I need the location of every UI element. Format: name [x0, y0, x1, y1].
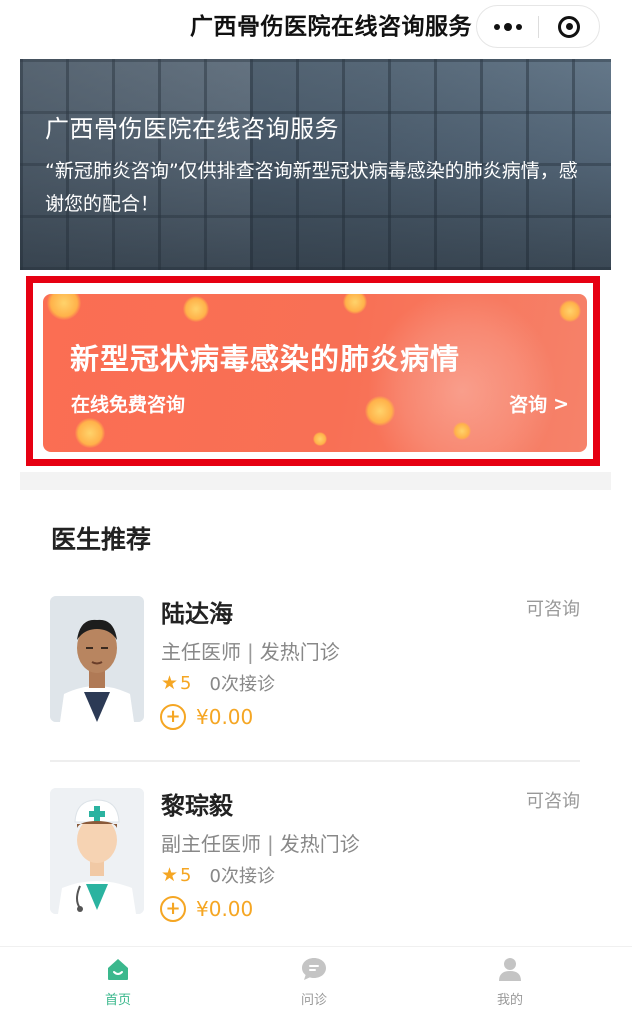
virus-icon — [47, 294, 81, 320]
price-value: ¥0.00 — [196, 897, 254, 921]
plus-circle-icon: + — [160, 704, 186, 730]
highlight-outline: 新型冠状病毒感染的肺炎病情 在线免费咨询 咨询 > — [26, 276, 600, 466]
target-circle-icon — [558, 15, 580, 38]
doctor-department: 发热门诊 — [279, 832, 360, 856]
title-separator: | — [247, 640, 254, 664]
hero-title: 广西骨伤医院在线咨询服务 — [45, 115, 339, 143]
promo-title: 新型冠状病毒感染的肺炎病情 — [70, 342, 461, 376]
more-dot-icon — [503, 22, 512, 31]
tab-label: 首页 — [104, 993, 131, 1008]
mini-program-capsule — [476, 5, 600, 48]
more-dot-icon — [493, 23, 500, 30]
title-separator: | — [267, 832, 274, 856]
doctor-stats: ★ 5 0次接诊 — [161, 862, 275, 888]
hero-banner: 广西骨伤医院在线咨询服务 “新冠肺炎咨询”仅供排查咨询新型冠状病毒感染的肺炎病情… — [20, 59, 611, 270]
doctor-title: 副主任医师 | 发热门诊 — [161, 828, 360, 857]
virus-icon — [183, 296, 209, 322]
section-title: 医生推荐 — [51, 525, 152, 554]
availability-badge: 可咨询 — [526, 791, 580, 812]
consult-count: 0次接诊 — [209, 674, 275, 695]
doctor-avatar-illustration — [50, 788, 144, 914]
tab-home[interactable]: 首页 — [58, 955, 178, 1015]
consult-link[interactable]: 咨询 > — [509, 390, 569, 417]
tab-consult[interactable]: 问诊 — [254, 955, 374, 1015]
doctor-department: 发热门诊 — [259, 640, 340, 664]
consult-price: + ¥0.00 — [160, 896, 253, 922]
doctor-photo — [50, 596, 144, 722]
home-icon — [104, 955, 132, 983]
doctor-rank: 主任医师 — [161, 640, 241, 664]
tab-label: 问诊 — [300, 993, 327, 1008]
promo-subtitle: 在线免费咨询 — [71, 394, 186, 416]
close-mini-program-button[interactable] — [539, 6, 599, 47]
virus-icon — [75, 418, 105, 448]
doctor-name: 陆达海 — [161, 600, 233, 628]
virus-icon — [313, 432, 327, 446]
user-icon — [496, 955, 524, 983]
doctor-stats: ★ 5 0次接诊 — [161, 670, 275, 696]
list-divider — [50, 760, 580, 762]
virus-icon — [453, 422, 471, 440]
virus-icon — [343, 294, 367, 314]
more-options-button[interactable] — [477, 6, 538, 47]
doctor-card[interactable]: 黎琮毅 可咨询 副主任医师 | 发热门诊 ★ 5 0次接诊 + ¥0.00 — [50, 784, 580, 944]
doctor-card[interactable]: 陆达海 可咨询 主任医师 | 发热门诊 ★ 5 0次接诊 + ¥0.00 — [50, 592, 580, 752]
doctor-name: 黎琮毅 — [161, 792, 233, 820]
star-icon: ★ — [161, 672, 179, 694]
price-value: ¥0.00 — [196, 705, 254, 729]
tab-profile[interactable]: 我的 — [450, 955, 570, 1015]
consult-price: + ¥0.00 — [160, 704, 253, 730]
hero-description: “新冠肺炎咨询”仅供排查咨询新型冠状病毒感染的肺炎病情，感谢您的配合！ — [45, 160, 578, 215]
doctor-rank: 副主任医师 — [161, 832, 261, 856]
doctor-title: 主任医师 | 发热门诊 — [161, 636, 340, 665]
virus-icon — [365, 396, 395, 426]
plus-circle-icon: + — [160, 896, 186, 922]
covid-consult-banner[interactable]: 新型冠状病毒感染的肺炎病情 在线免费咨询 咨询 > — [43, 294, 587, 452]
more-dot-icon — [515, 23, 522, 30]
page-title: 广西骨伤医院在线咨询服务 — [190, 14, 472, 40]
star-icon: ★ — [161, 864, 179, 886]
doctor-rating: 5 — [180, 864, 192, 886]
chat-icon — [300, 955, 328, 983]
availability-badge: 可咨询 — [526, 599, 580, 620]
tab-label: 我的 — [496, 993, 523, 1008]
tab-bar: 首页 问诊 我的 — [0, 946, 632, 1021]
chevron-right-icon: > — [553, 392, 569, 415]
consult-link-label: 咨询 — [509, 394, 548, 416]
doctor-rating: 5 — [180, 672, 192, 694]
virus-icon — [559, 300, 581, 322]
consult-count: 0次接诊 — [209, 866, 275, 887]
navigation-bar: 广西骨伤医院在线咨询服务 — [0, 0, 632, 54]
section-divider — [20, 472, 611, 490]
